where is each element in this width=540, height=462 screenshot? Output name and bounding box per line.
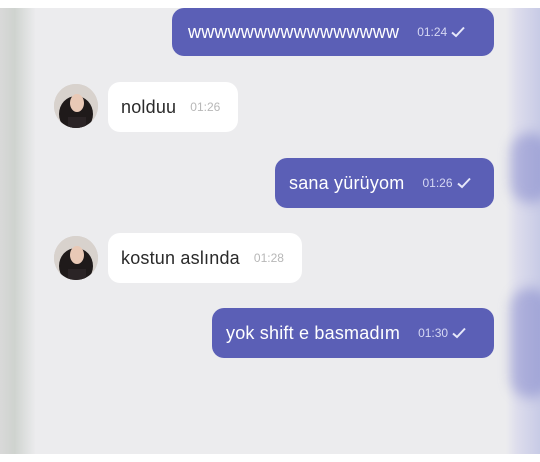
message-text: sana yürüyom xyxy=(289,172,405,193)
check-icon xyxy=(452,327,466,339)
contact-avatar[interactable] xyxy=(54,236,98,280)
outgoing-message[interactable]: yok shift e basmadım 01:30 xyxy=(212,308,494,358)
avatar-photo xyxy=(54,236,98,280)
message-time: 01:30 xyxy=(418,326,449,340)
message-time: 01:26 xyxy=(190,100,221,114)
check-icon xyxy=(451,26,465,38)
left-edge-shadow xyxy=(0,8,36,454)
message-text: yok shift e basmadım xyxy=(226,322,401,343)
outgoing-message[interactable]: sana yürüyom 01:26 xyxy=(275,158,494,208)
check-icon xyxy=(456,177,471,189)
message-text: nolduu xyxy=(121,96,177,117)
message-time: 01:24 xyxy=(417,25,448,39)
edge-glow xyxy=(510,133,540,203)
message-time: 01:26 xyxy=(422,176,453,190)
avatar-photo xyxy=(54,84,98,128)
message-time: 01:28 xyxy=(253,251,284,265)
incoming-message[interactable]: kostun aslında 01:28 xyxy=(108,233,302,283)
right-edge-shadow xyxy=(506,8,540,454)
message-text: kostun aslında xyxy=(121,247,240,268)
contact-avatar[interactable] xyxy=(54,84,98,128)
incoming-message[interactable]: nolduu 01:26 xyxy=(108,82,238,132)
edge-glow xyxy=(510,288,540,398)
chat-screen: wwwwwwwwwwwwwwww 01:24 nolduu 01:26 sana… xyxy=(0,8,540,454)
message-text: wwwwwwwwwwwwwwww xyxy=(188,21,400,42)
outgoing-message[interactable]: wwwwwwwwwwwwwwww 01:24 xyxy=(172,8,494,56)
